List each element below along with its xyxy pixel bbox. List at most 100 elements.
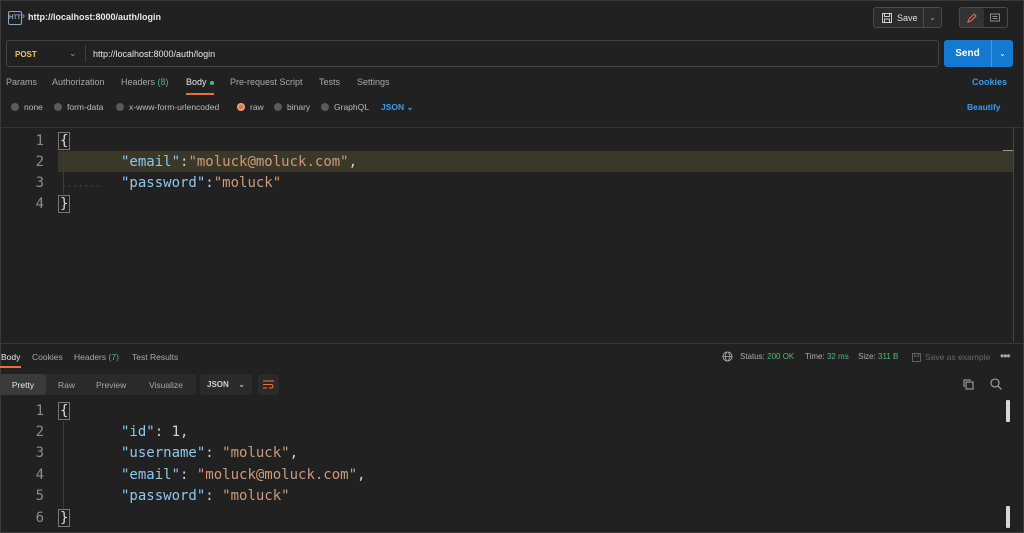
url-input[interactable]: http://localhost:8000/auth/login	[93, 49, 215, 59]
response-format-chevron-down-icon: ⌄	[238, 380, 245, 389]
response-headers-label: Headers	[74, 352, 107, 362]
response-status[interactable]: Status: 200 OK	[740, 352, 794, 361]
send-options-chevron-down-icon[interactable]: ⌄	[992, 40, 1013, 67]
wrap-lines-button[interactable]	[258, 374, 279, 395]
cookies-link[interactable]: Cookies	[972, 77, 1007, 87]
radio-raw[interactable]: raw	[237, 102, 264, 112]
line-number: 3	[35, 445, 44, 461]
response-time[interactable]: Time: 32 ms	[805, 352, 849, 361]
radio-form-data[interactable]: form-data	[54, 102, 103, 112]
request-title[interactable]: http://localhost:8000/auth/login	[28, 12, 161, 22]
request-tabs: Params Authorization Headers (8) Body Pr…	[0, 77, 1024, 95]
save-example-label: Save as example	[925, 352, 991, 362]
radio-raw-label: raw	[250, 102, 264, 112]
tab-headers-label: Headers	[121, 77, 156, 87]
copy-icon[interactable]	[963, 379, 974, 390]
line-number: 4	[35, 467, 44, 483]
radio-none[interactable]: none	[11, 102, 43, 112]
whitespace-dots: ·······	[62, 180, 102, 192]
search-icon[interactable]	[990, 378, 1002, 390]
save-label: Save	[897, 12, 918, 23]
response-tab-headers[interactable]: Headers (7)	[74, 352, 119, 362]
response-close-brace: }	[58, 509, 71, 527]
line-number: 1	[35, 403, 44, 419]
line-number: 1	[35, 133, 44, 149]
edit-pencil-icon[interactable]	[960, 8, 984, 27]
json-close-brace: }	[58, 195, 71, 213]
tab-pre-request-script[interactable]: Pre-request Script	[230, 77, 303, 87]
save-icon	[882, 12, 892, 23]
tab-body[interactable]: Body	[186, 77, 214, 87]
editor-scrollbar[interactable]	[1013, 127, 1014, 342]
view-raw[interactable]: Raw	[48, 374, 85, 395]
size-value: 311 B	[878, 352, 899, 361]
body-format-label: JSON	[381, 102, 405, 112]
tab-params[interactable]: Params	[6, 77, 37, 87]
editor-scroll-marker	[1003, 150, 1013, 151]
radio-binary-label: binary	[287, 102, 311, 112]
response-tab-body[interactable]: Body	[1, 352, 20, 362]
http-method-select[interactable]: POST	[15, 50, 37, 59]
radio-graphql-circle-icon	[321, 103, 329, 111]
line-number: 3	[35, 175, 44, 191]
line-number: 6	[35, 510, 44, 526]
time-label: Time:	[805, 352, 825, 361]
view-preview[interactable]: Preview	[86, 374, 136, 395]
line-number: 2	[35, 154, 44, 170]
response-size[interactable]: Size: 311 B	[858, 352, 898, 361]
response-headers-count: (7)	[108, 352, 119, 362]
method-chevron-down-icon[interactable]: ⌄	[69, 48, 77, 59]
json-email-line: "email":"moluck@moluck.com",	[121, 154, 358, 170]
line-number: 5	[35, 488, 44, 504]
http-request-icon: HTTP	[8, 11, 25, 25]
save-options-chevron-down-icon[interactable]: ⌄	[924, 8, 941, 27]
tab-headers[interactable]: Headers (8)	[121, 77, 169, 87]
view-visualize[interactable]: Visualize	[139, 374, 193, 395]
status-value: 200 OK	[767, 352, 795, 361]
response-scrollbar-thumb-bottom[interactable]	[1006, 506, 1010, 528]
response-email-line: "email": "moluck@moluck.com",	[121, 467, 366, 483]
tab-tests[interactable]: Tests	[319, 77, 340, 87]
json-open-brace: {	[58, 132, 71, 150]
save-button[interactable]: Save	[874, 8, 924, 27]
response-tab-test-results[interactable]: Test Results	[132, 352, 178, 362]
globe-icon[interactable]	[722, 351, 733, 362]
response-scrollbar-thumb[interactable]	[1006, 400, 1010, 422]
line-number: 4	[35, 196, 44, 212]
comments-icon[interactable]	[984, 8, 1008, 27]
radio-x-www-form-urlencoded[interactable]: x-www-form-urlencoded	[116, 102, 219, 112]
method-divider	[85, 45, 86, 62]
indent-guide	[63, 421, 64, 509]
response-tab-cookies[interactable]: Cookies	[32, 352, 63, 362]
tab-headers-count: (8)	[157, 77, 169, 87]
request-header-bar: HTTP http://localhost:8000/auth/login Sa…	[0, 0, 1024, 36]
radio-binary[interactable]: binary	[274, 102, 310, 112]
response-body-viewer[interactable]	[0, 398, 1024, 533]
body-format-select[interactable]: JSON ⌄	[381, 102, 414, 113]
send-button[interactable]: Send	[944, 40, 992, 67]
response-format-label: JSON	[207, 380, 229, 389]
radio-form-data-circle-icon	[54, 103, 62, 111]
radio-none-circle-icon	[11, 103, 19, 111]
line-number: 2	[35, 424, 44, 440]
response-format-select[interactable]: JSON ⌄	[200, 374, 252, 395]
json-password-line: "password":"moluck"	[121, 175, 282, 191]
response-password-line: "password": "moluck"	[121, 488, 290, 504]
response-open-brace: {	[58, 402, 71, 420]
response-id-line: "id": 1,	[121, 424, 189, 440]
radio-graphql-label: GraphQL	[334, 102, 369, 112]
active-tab-indicator	[186, 93, 214, 95]
radio-graphql[interactable]: GraphQL	[321, 102, 369, 112]
pane-divider[interactable]	[0, 343, 1024, 344]
beautify-button[interactable]: Beautify	[967, 102, 1001, 112]
view-pretty[interactable]: Pretty	[0, 374, 46, 395]
radio-raw-circle-icon	[237, 103, 245, 111]
more-options-icon[interactable]: •••	[1000, 349, 1011, 363]
save-example-icon	[912, 352, 921, 362]
tab-authorization[interactable]: Authorization	[52, 77, 105, 87]
save-as-example-button[interactable]: Save as example	[912, 352, 990, 362]
editor-mode-toggle	[959, 7, 1008, 28]
tab-settings[interactable]: Settings	[357, 77, 390, 87]
body-modified-dot-icon	[209, 80, 214, 85]
tab-body-label: Body	[186, 77, 207, 87]
